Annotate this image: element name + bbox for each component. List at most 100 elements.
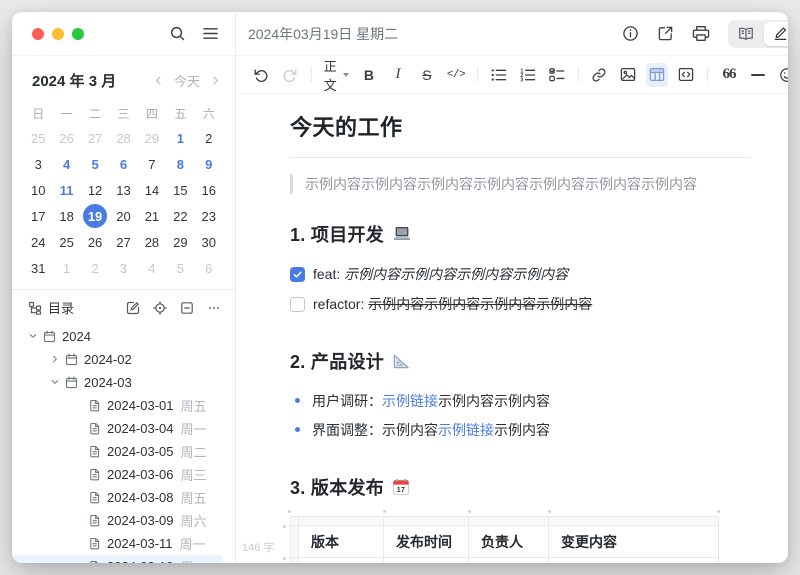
undo-icon[interactable]	[250, 63, 272, 87]
bullet-list-icon[interactable]	[488, 63, 510, 87]
calendar-day[interactable]: 25	[24, 125, 52, 151]
calendar-day[interactable]: 23	[195, 203, 223, 229]
table-header-cell[interactable]: 发布时间	[384, 526, 469, 558]
table-icon[interactable]	[646, 62, 669, 87]
redo-icon[interactable]	[279, 63, 301, 87]
table-row-handle[interactable]	[291, 526, 299, 558]
checkbox-unchecked[interactable]	[290, 296, 305, 312]
calendar-day[interactable]: 31	[24, 255, 52, 281]
zoom-window-button[interactable]	[72, 27, 84, 40]
strikethrough-icon[interactable]: S	[416, 63, 438, 87]
collapse-all-icon[interactable]	[180, 301, 194, 315]
toc-item-2024[interactable]: 2024	[12, 325, 223, 347]
info-icon[interactable]	[622, 25, 639, 42]
toc-item-2024-03[interactable]: 2024-03	[12, 371, 223, 393]
chevron-right-icon[interactable]	[50, 354, 60, 364]
calendar-day[interactable]: 5	[81, 151, 109, 177]
calendar-day-selected[interactable]: 19	[81, 203, 109, 229]
code-block-icon[interactable]	[675, 63, 697, 87]
document-content[interactable]: 今天的工作 示例内容示例内容示例内容示例内容示例内容示例内容示例内容 1. 项目…	[236, 94, 788, 563]
calendar-day[interactable]: 2	[81, 255, 109, 281]
share-icon[interactable]	[657, 25, 674, 42]
table-corner-handle[interactable]	[291, 517, 299, 526]
print-icon[interactable]	[692, 25, 710, 42]
calendar-day[interactable]: 12	[81, 177, 109, 203]
emoji-icon[interactable]	[776, 63, 788, 87]
table-cell[interactable]: v0.3.0	[299, 558, 384, 563]
calendar-day[interactable]: 28	[138, 229, 166, 255]
calendar-day[interactable]: 7	[138, 151, 166, 177]
calendar-day[interactable]: 27	[109, 229, 137, 255]
calendar-day[interactable]: 3	[109, 255, 137, 281]
calendar-day[interactable]: 4	[52, 151, 80, 177]
chevron-down-icon[interactable]	[50, 377, 60, 387]
calendar-day[interactable]: 21	[138, 203, 166, 229]
image-icon[interactable]	[617, 63, 639, 87]
table-header-cell[interactable]: 版本	[299, 526, 384, 558]
menu-icon[interactable]	[202, 26, 219, 41]
calendar-day[interactable]: 6	[109, 151, 137, 177]
calendar-day[interactable]: 29	[166, 229, 194, 255]
calendar-day[interactable]: 8	[166, 151, 194, 177]
table-cell[interactable]: XXX	[469, 558, 549, 563]
close-window-button[interactable]	[32, 27, 44, 40]
toc-item-2024-03-11[interactable]: 2024-03-11 周一	[12, 532, 223, 554]
calendar-day[interactable]: 11	[52, 177, 80, 203]
table-header-cell[interactable]: 变更内容	[549, 526, 719, 558]
paragraph-style-dropdown[interactable]: 正文	[322, 59, 351, 93]
calendar-day[interactable]: 17	[24, 203, 52, 229]
toc-item-2024-03-01[interactable]: 2024-03-01 周五	[12, 394, 223, 416]
table-column-handle[interactable]	[549, 517, 719, 526]
calendar-day[interactable]: 18	[52, 203, 80, 229]
horizontal-rule-icon[interactable]	[747, 63, 769, 87]
search-icon[interactable]	[169, 25, 186, 42]
toc-item-2024-03-08[interactable]: 2024-03-08 周五	[12, 486, 223, 508]
toc-item-2024-03-05[interactable]: 2024-03-05 周二	[12, 440, 223, 462]
calendar-day[interactable]: 10	[24, 177, 52, 203]
toc-item-2024-03-19[interactable]: 2024-03-19 周二	[12, 555, 223, 563]
calendar-day[interactable]: 29	[138, 125, 166, 151]
calendar-day[interactable]: 16	[195, 177, 223, 203]
read-mode-button[interactable]	[730, 22, 762, 46]
calendar-day[interactable]: 25	[52, 229, 80, 255]
edit-mode-button[interactable]	[764, 21, 788, 46]
calendar-day[interactable]: 27	[81, 125, 109, 151]
prev-month-icon[interactable]	[153, 75, 164, 86]
calendar-day[interactable]: 4	[138, 255, 166, 281]
calendar-day[interactable]: 2	[195, 125, 223, 151]
table-cell[interactable]: 2024.3.19	[384, 558, 469, 563]
calendar-day[interactable]: 20	[109, 203, 137, 229]
calendar-day[interactable]: 26	[81, 229, 109, 255]
table-row-handle[interactable]	[291, 558, 299, 563]
table-header-cell[interactable]: 负责人	[469, 526, 549, 558]
locate-icon[interactable]	[153, 300, 167, 315]
next-month-icon[interactable]	[210, 75, 221, 86]
toc-item-2024-03-06[interactable]: 2024-03-06 周三	[12, 463, 223, 485]
calendar-day[interactable]: 28	[109, 125, 137, 151]
calendar-day[interactable]: 24	[24, 229, 52, 255]
calendar-day[interactable]: 14	[138, 177, 166, 203]
table-column-handle[interactable]	[299, 517, 384, 526]
toc-item-2024-03-04[interactable]: 2024-03-04 周一	[12, 417, 223, 439]
calendar-day[interactable]: 1	[52, 255, 80, 281]
minimize-window-button[interactable]	[52, 27, 64, 40]
inline-code-icon[interactable]: </>	[445, 63, 467, 87]
toc-item-2024-03-09[interactable]: 2024-03-09 周六	[12, 509, 223, 531]
ordered-list-icon[interactable]: 123	[517, 63, 539, 87]
inline-link[interactable]: 示例链接	[438, 420, 494, 440]
bold-icon[interactable]: B	[358, 63, 380, 87]
task-list-icon[interactable]	[546, 63, 568, 87]
compose-icon[interactable]	[126, 301, 140, 315]
calendar-day[interactable]: 3	[24, 151, 52, 177]
inline-link[interactable]: 示例链接	[382, 391, 438, 411]
link-icon[interactable]	[588, 63, 610, 87]
content-table[interactable]: 版本发布时间负责人变更内容 v0.3.02024.3.19XXX示例内容示例内容示…	[290, 516, 719, 563]
toc-item-2024-02[interactable]: 2024-02	[12, 348, 223, 370]
more-icon[interactable]	[207, 301, 221, 315]
calendar-day[interactable]: 9	[195, 151, 223, 177]
calendar-day[interactable]: 22	[166, 203, 194, 229]
calendar-day[interactable]: 6	[195, 255, 223, 281]
today-button[interactable]: 今天	[174, 71, 200, 90]
quote-icon[interactable]: 66	[718, 63, 740, 87]
checkbox-checked[interactable]	[290, 266, 305, 282]
